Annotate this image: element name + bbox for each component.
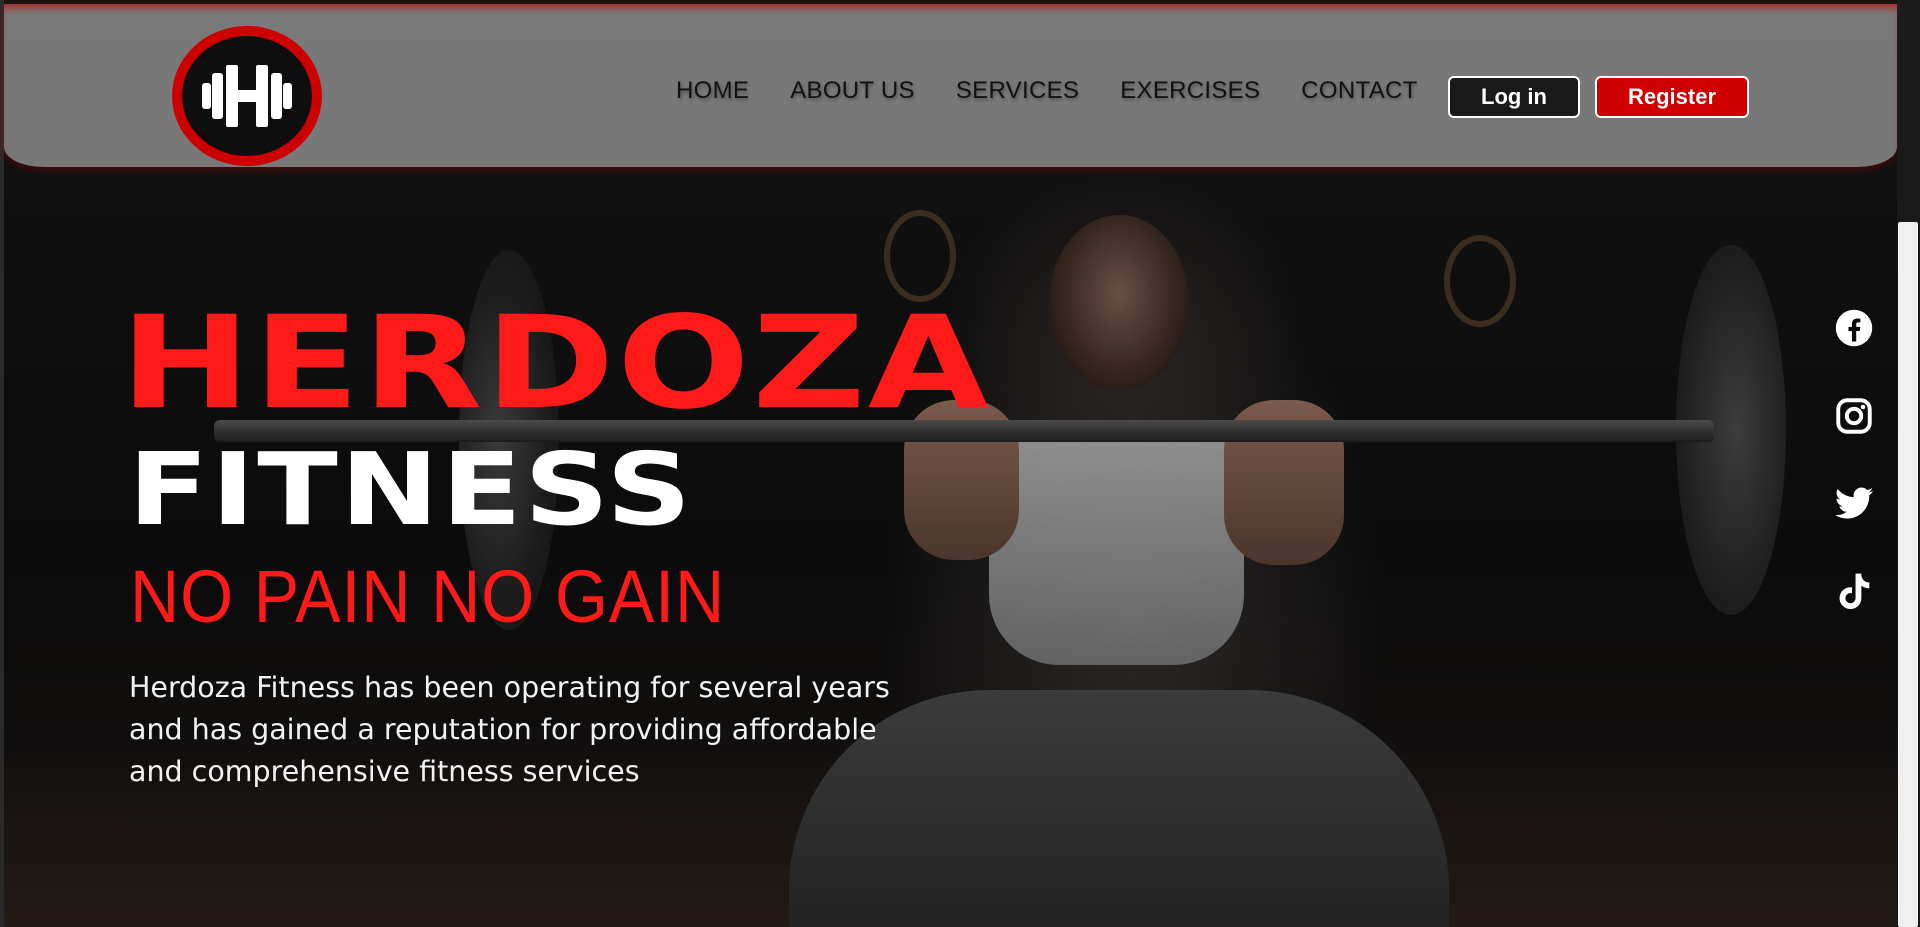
page: HOME ABOUT US SERVICES EXERCISES CONTACT… [0,0,1920,927]
description-line: Herdoza Fitness has been operating for s… [129,671,890,704]
hero-subtitle: FITNESS [128,431,694,548]
instagram-icon[interactable] [1834,396,1874,436]
athlete-head [1049,215,1189,390]
nav-exercises[interactable]: EXERCISES [1120,77,1260,105]
nav-contact[interactable]: CONTACT [1301,77,1417,105]
main-nav: HOME ABOUT US SERVICES EXERCISES CONTACT [676,77,1418,105]
logo-inner [182,36,312,156]
site-logo[interactable] [172,26,322,166]
description-line: and comprehensive fitness services [129,755,640,788]
nav-about-us[interactable]: ABOUT US [790,77,915,105]
tiktok-icon[interactable] [1834,572,1874,612]
facebook-icon[interactable] [1834,308,1874,348]
nav-services[interactable]: SERVICES [956,77,1079,105]
site-header: HOME ABOUT US SERVICES EXERCISES CONTACT… [4,4,1897,167]
scrollbar-thumb[interactable] [1898,222,1918,927]
twitter-icon[interactable] [1834,484,1874,524]
dumbbell-h-icon [202,65,292,127]
hero-title: HERDOZA [120,289,992,438]
hero-tagline: NO PAIN NO GAIN [130,555,726,638]
gym-ring-decoration [1444,235,1516,327]
description-line: and has gained a reputation for providin… [129,713,877,746]
athlete-torso [989,430,1244,665]
social-links [1834,308,1874,660]
nav-home[interactable]: HOME [676,77,749,105]
register-button[interactable]: Register [1595,76,1749,118]
hero-description: Herdoza Fitness has been operating for s… [129,667,929,793]
login-button[interactable]: Log in [1448,76,1580,118]
